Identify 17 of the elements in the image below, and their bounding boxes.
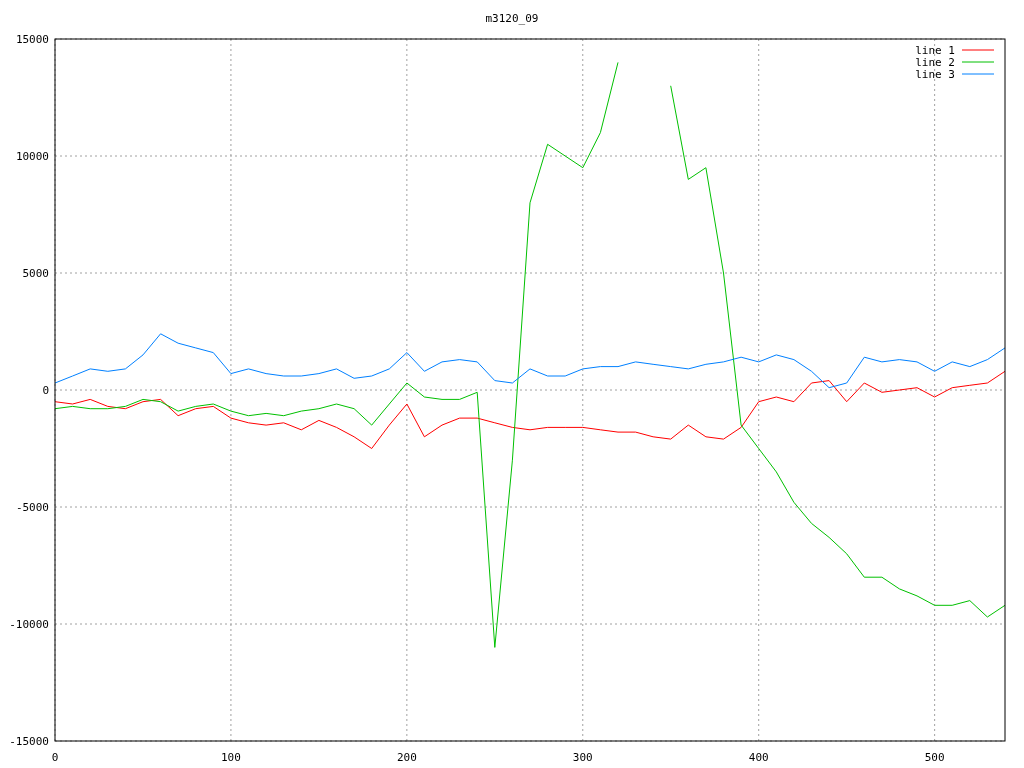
y-tick-label: 15000: [15, 33, 49, 46]
x-tick-label: 100: [221, 751, 241, 764]
y-tick-label: 5000: [22, 267, 49, 280]
chart-title: m3120_09: [485, 12, 539, 25]
y-tick-label: -10000: [9, 618, 49, 631]
y-tick-label: -5000: [15, 501, 49, 514]
x-tick-label: 200: [396, 751, 417, 764]
y-tick-label: -15000: [9, 735, 49, 748]
y-tick-label: 10000: [15, 150, 49, 163]
legend-label: line 1: [915, 44, 955, 57]
legend-label: line 3: [915, 68, 955, 81]
y-tick-label: 0: [42, 384, 49, 397]
x-tick-label: 0: [51, 751, 59, 764]
x-tick-label: 500: [924, 751, 945, 764]
x-tick-label: 300: [572, 751, 593, 764]
x-tick-label: 400: [748, 751, 769, 764]
legend-label: line 2: [915, 56, 955, 69]
